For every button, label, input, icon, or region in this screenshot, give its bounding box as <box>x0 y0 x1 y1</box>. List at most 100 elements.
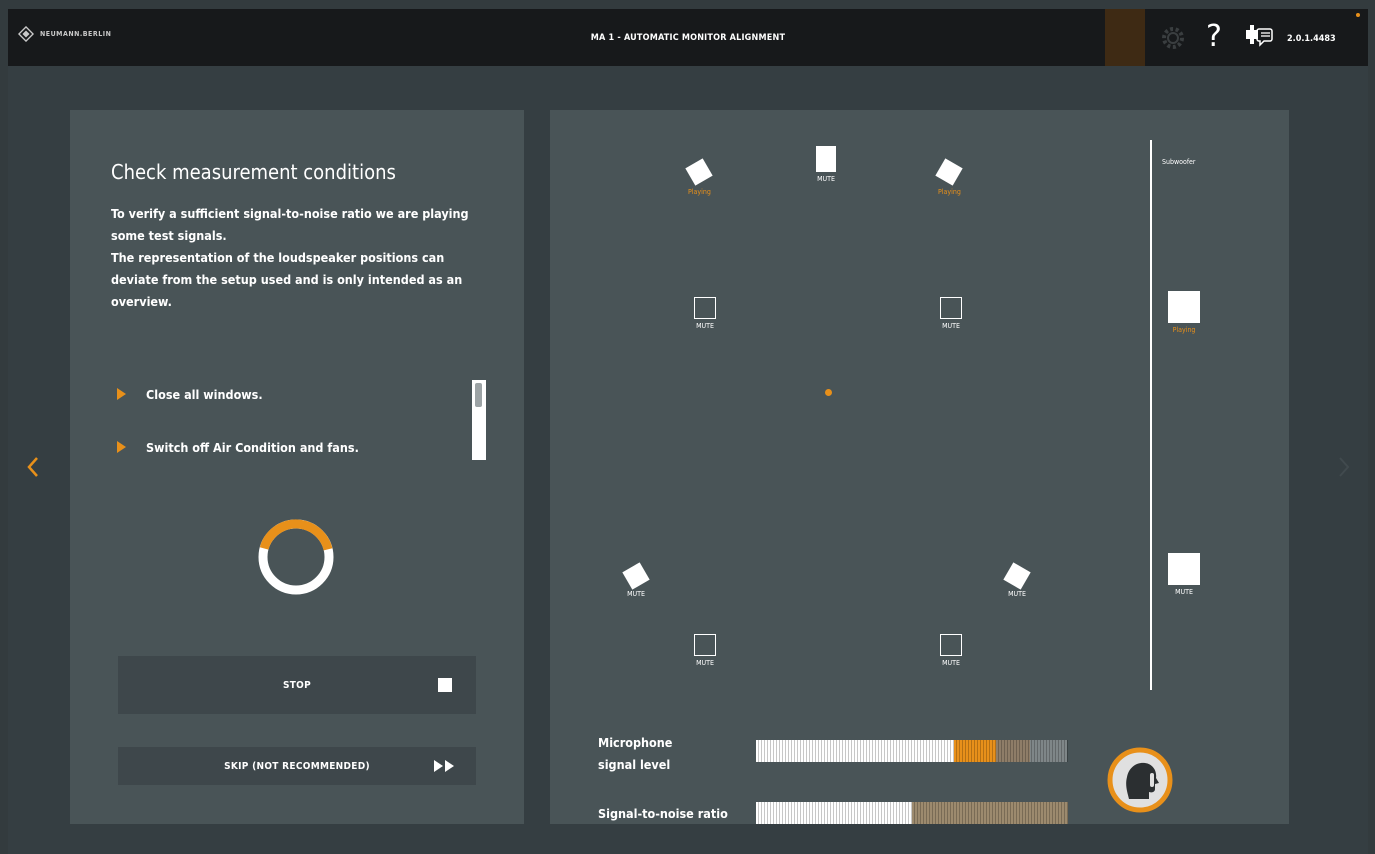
speaker-status: Playing <box>938 188 961 196</box>
meter-stripe <box>1067 740 1068 762</box>
meter-stripe <box>848 802 849 824</box>
speaker-subwoofer-1[interactable]: Playing <box>1168 291 1200 334</box>
meter-stripe <box>815 740 816 762</box>
checklist-item: Switch off Air Condition and fans. <box>117 437 359 457</box>
chevron-left-icon[interactable] <box>23 455 43 479</box>
meter-stripe <box>965 802 966 824</box>
meter-stripe <box>980 740 981 762</box>
meter-stripe <box>947 740 948 762</box>
speaker-status: MUTE <box>627 590 645 598</box>
meter-stripe <box>995 740 996 762</box>
meter-stripe <box>920 802 921 824</box>
speaker-front-left[interactable]: Playing <box>685 158 714 196</box>
meter-stripe <box>1007 740 1008 762</box>
quiet-please-icon[interactable] <box>1107 747 1173 813</box>
meter-stripe <box>866 802 867 824</box>
meter-stripe <box>932 802 933 824</box>
meter-stripe <box>851 740 852 762</box>
speaker-top-front-left[interactable]: MUTE <box>694 297 716 330</box>
meter-stripe <box>1061 802 1062 824</box>
meter-stripe <box>1031 740 1032 762</box>
meter-stripe <box>863 740 864 762</box>
meter-stripe <box>1049 802 1050 824</box>
speaker-status: Playing <box>688 188 711 196</box>
meter-stripe <box>770 802 771 824</box>
panel-description: To verify a sufficient signal-to-noise r… <box>111 203 481 313</box>
speaker-surround-right[interactable]: MUTE <box>1003 562 1031 598</box>
gear-icon[interactable] <box>1160 25 1186 51</box>
meter-stripe <box>776 802 777 824</box>
help-icon[interactable]: ? <box>1206 17 1222 57</box>
meter-stripe <box>875 740 876 762</box>
meter-stripe <box>959 802 960 824</box>
meter-stripe <box>821 802 822 824</box>
description-line: some test signals. <box>111 228 227 243</box>
meter-stripe <box>1028 740 1029 762</box>
meter-stripe <box>761 740 762 762</box>
meter-stripe <box>917 802 918 824</box>
meter-stripe <box>890 740 891 762</box>
meter-stripe <box>1022 802 1023 824</box>
meter-stripe <box>839 802 840 824</box>
meter-stripe <box>878 740 879 762</box>
meter-stripe <box>785 740 786 762</box>
meter-stripe <box>1010 740 1011 762</box>
meter-stripe <box>842 802 843 824</box>
meter-stripe <box>872 802 873 824</box>
speaker-subwoofer-2[interactable]: MUTE <box>1168 553 1200 596</box>
meter-stripe <box>1013 740 1014 762</box>
speaker-icon <box>694 297 716 319</box>
meter-stripe <box>830 740 831 762</box>
meter-stripe <box>875 802 876 824</box>
chevron-right-icon[interactable] <box>1334 455 1354 479</box>
meter-stripe <box>779 802 780 824</box>
subwoofer-divider <box>1150 140 1152 690</box>
meter-stripe <box>1055 740 1056 762</box>
meter-stripe <box>881 740 882 762</box>
checklist-item-text: Switch off Air Condition and fans. <box>146 439 359 455</box>
stop-icon <box>438 678 452 692</box>
meter-stripe <box>908 802 909 824</box>
active-tab-highlight[interactable] <box>1105 9 1145 66</box>
meter-stripe <box>821 740 822 762</box>
meter-stripe <box>1004 802 1005 824</box>
meter-stripe <box>1025 740 1026 762</box>
scrollbar-thumb[interactable] <box>475 383 482 407</box>
meter-stripe <box>926 802 927 824</box>
meter-stripe <box>863 802 864 824</box>
speaker-surround-left[interactable]: MUTE <box>622 562 650 598</box>
mic-level-label-line: Microphone <box>598 735 673 750</box>
meter-stripe <box>1001 802 1002 824</box>
version-number: 2.0.1.4483 <box>1287 34 1336 44</box>
meter-stripe <box>845 740 846 762</box>
speaker-status: Playing <box>1172 326 1196 334</box>
meter-stripe <box>1016 740 1017 762</box>
meter-stripe <box>827 740 828 762</box>
meter-stripe <box>1031 802 1032 824</box>
meter-stripe <box>887 740 888 762</box>
meter-stripe <box>1004 740 1005 762</box>
speaker-layout-panel: Playing MUTE Playing MUTE MUTE MUTE MUTE… <box>550 110 1289 824</box>
meter-stripe <box>941 802 942 824</box>
speaker-front-right[interactable]: Playing <box>935 158 964 196</box>
meter-stripe <box>860 802 861 824</box>
meter-stripe <box>974 802 975 824</box>
meter-stripe <box>1043 740 1044 762</box>
mic-level-meter <box>756 740 1068 762</box>
speaker-top-rear-right[interactable]: MUTE <box>940 634 962 667</box>
speaker-front-center[interactable]: MUTE <box>816 146 836 183</box>
meter-stripe <box>911 802 912 824</box>
speaker-top-front-right[interactable]: MUTE <box>940 297 962 330</box>
meter-stripe <box>767 740 768 762</box>
meter-stripe <box>779 740 780 762</box>
meter-stripe <box>764 802 765 824</box>
meter-stripe <box>806 802 807 824</box>
meter-stripe <box>992 802 993 824</box>
skip-button[interactable]: SKIP (NOT RECOMMENDED) <box>118 747 476 785</box>
meter-stripe <box>857 802 858 824</box>
support-chat-icon[interactable] <box>1245 24 1273 50</box>
speaker-top-rear-left[interactable]: MUTE <box>694 634 716 667</box>
speaker-icon <box>816 146 836 172</box>
speaker-icon <box>1003 562 1031 590</box>
stop-button[interactable]: STOP <box>118 656 476 714</box>
